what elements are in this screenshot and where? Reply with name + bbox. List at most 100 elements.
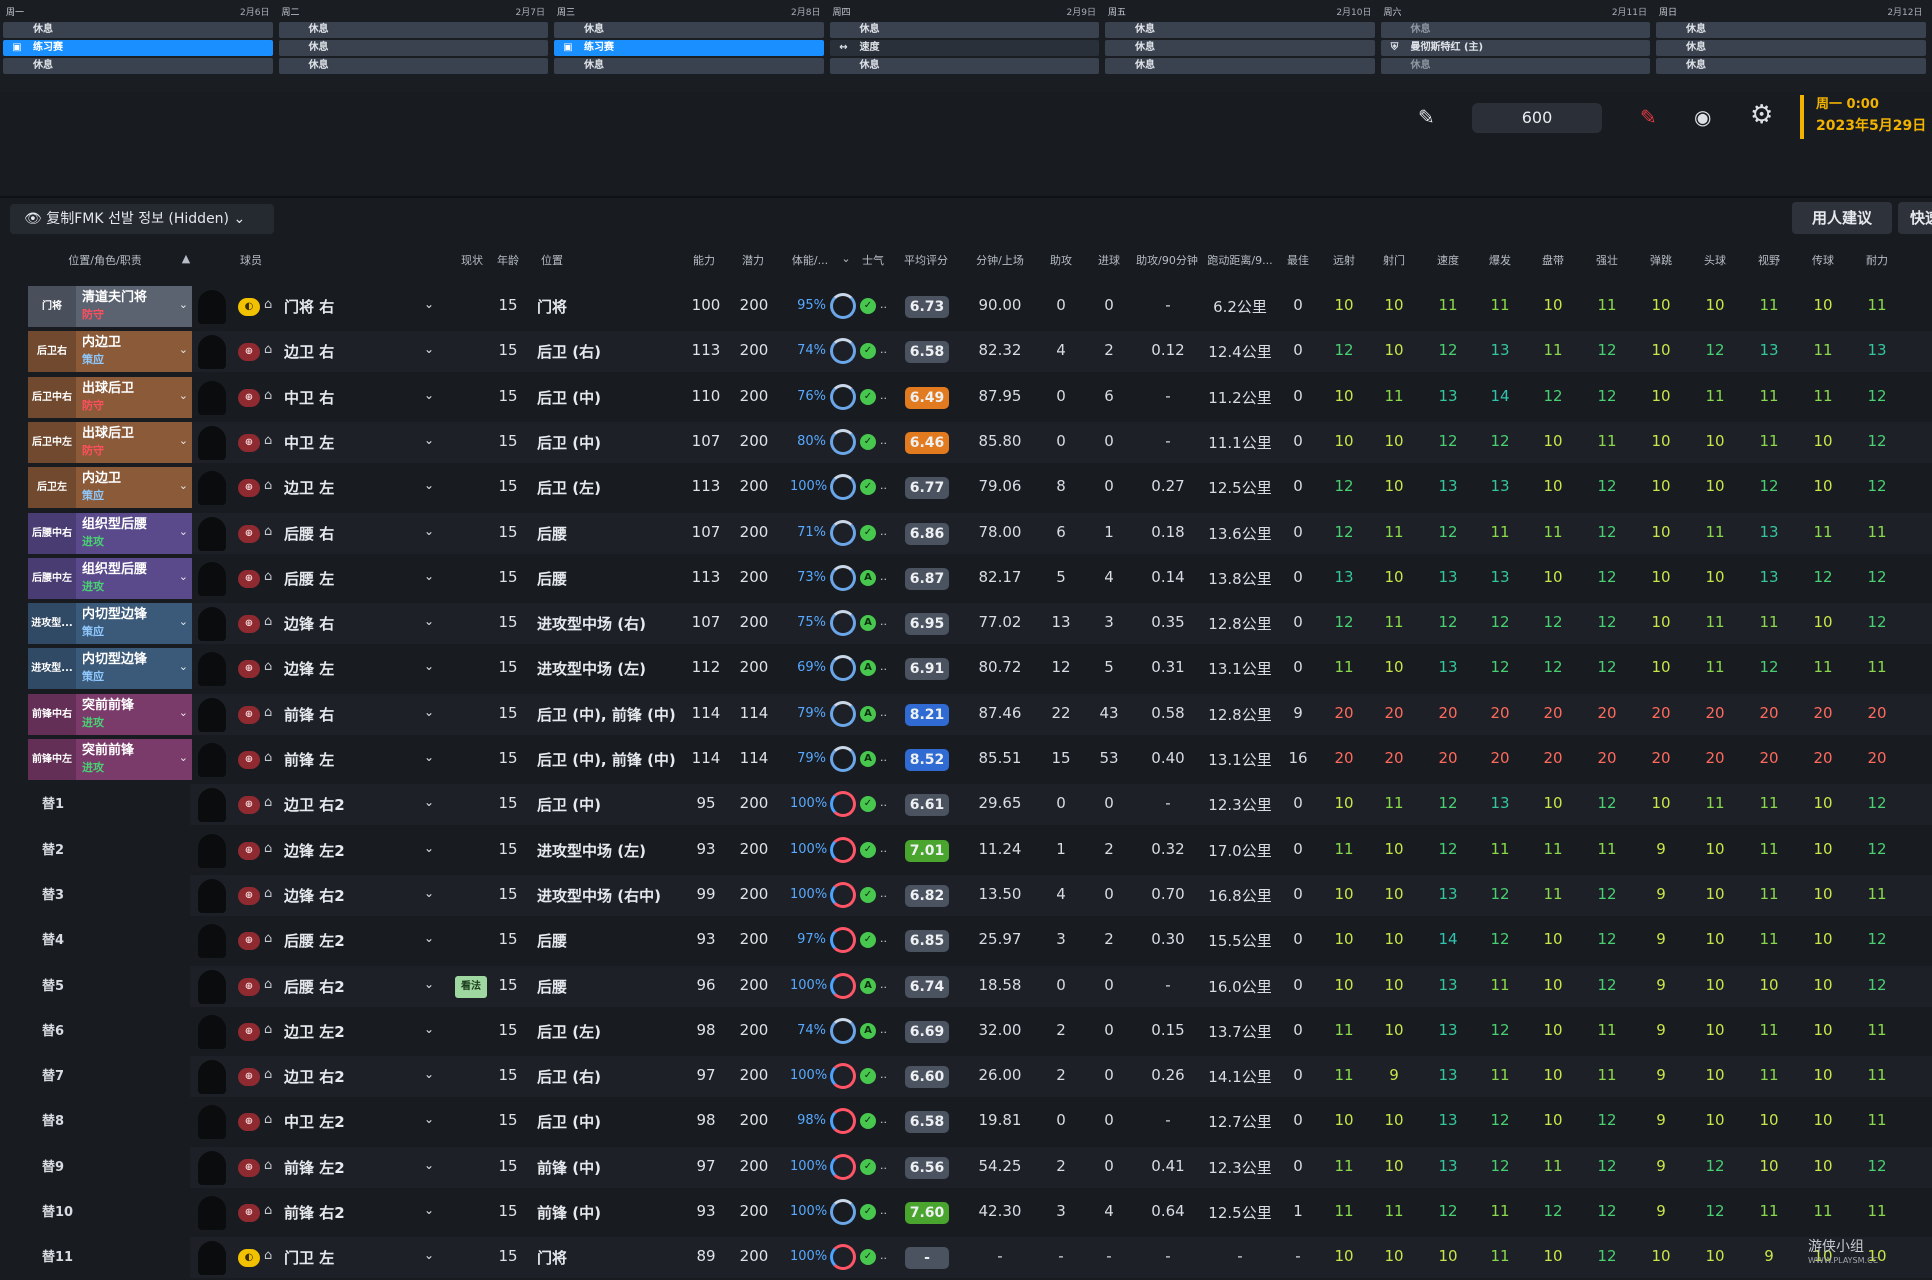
table-row[interactable]: 进攻型... 内切型边锋 策应 ⌄ ⊕ ⌂ 边锋 左 ⌄ 15 进攻型中场 (左) 112 200 69… — [0, 646, 1932, 691]
player-name[interactable]: 边锋 左 — [284, 658, 334, 679]
session-slot[interactable]: 休息 — [1105, 40, 1375, 56]
header-position[interactable]: 位置 — [537, 252, 567, 268]
chevron-down-icon[interactable]: ⌄ — [424, 388, 434, 402]
session-slot[interactable]: 休息 — [1380, 58, 1650, 74]
table-row[interactable]: 替1 ⊕ ⌂ 边卫 右2 ⌄ 15 后卫 (中) 95 200 100% ✓.. 6.61 29.65 0… — [0, 782, 1932, 827]
header-avg-rating[interactable]: 平均评分 — [900, 252, 952, 268]
table-row[interactable]: 替8 ⊕ ⌂ 中卫 左2 ⌄ 15 后卫 (中) 98 200 98% ✓.. 6.58 19.81 0 0… — [0, 1099, 1932, 1144]
player-name[interactable]: 中卫 左2 — [284, 1111, 345, 1132]
chevron-down-icon[interactable]: ⌄ — [424, 750, 434, 764]
position-role-cell[interactable]: 替8 — [28, 1101, 192, 1142]
position-role-cell[interactable]: 替3 — [28, 875, 192, 916]
header-best[interactable]: 最佳 — [1286, 252, 1310, 268]
chevron-down-icon[interactable]: ⌄ — [179, 343, 188, 356]
chevron-down-icon[interactable]: ⌄ — [179, 615, 188, 628]
chevron-down-icon[interactable]: ⌄ — [424, 1158, 434, 1172]
position-role-cell[interactable]: 后卫左 内边卫 策应 ⌄ — [28, 467, 192, 509]
player-name[interactable]: 边锋 左2 — [284, 840, 345, 861]
table-row[interactable]: 后卫中右 出球后卫 防守 ⌄ ⊕ ⌂ 中卫 右 ⌄ 15 后卫 (中) 110 200 76% ✓.. 6.… — [0, 375, 1932, 420]
header-condition[interactable]: 体能/... — [788, 252, 832, 268]
chevron-down-icon[interactable]: ⌄ — [424, 659, 434, 673]
chevron-down-icon[interactable]: ⌄ — [424, 841, 434, 855]
player-name[interactable]: 中卫 右 — [284, 387, 334, 408]
table-row[interactable]: 替5 ⊕ ⌂ 后腰 右2 ⌄ 看法 15 后腰 96 200 100% A.. 6.74 18.58 0 0 -… — [0, 964, 1932, 1009]
header-mins-per-app[interactable]: 分钟/上场 — [970, 252, 1030, 268]
chevron-down-icon[interactable]: ⌄ — [179, 570, 188, 583]
position-role-cell[interactable]: 后腰中左 组织型后腰 进攻 ⌄ — [28, 557, 192, 599]
player-name[interactable]: 边卫 右 — [284, 341, 334, 362]
session-slot[interactable]: 休息 — [554, 58, 824, 74]
header-position-role[interactable]: 位置/角色/职责 — [50, 252, 160, 268]
session-slot[interactable]: ▣ 练习赛 — [554, 40, 824, 56]
table-row[interactable]: 替10 ⊕ ⌂ 前锋 右2 ⌄ 15 前锋 (中) 93 200 100% ✓.. 7.60 42.30… — [0, 1190, 1932, 1235]
player-name[interactable]: 后腰 左 — [284, 568, 334, 589]
table-row[interactable]: 替3 ⊕ ⌂ 边锋 右2 ⌄ 15 进攻型中场 (右中) 99 200 100% ✓.. 6.82 13… — [0, 873, 1932, 918]
position-role-cell[interactable]: 后卫中右 出球后卫 防守 ⌄ — [28, 376, 192, 418]
header-attr[interactable]: 远射 — [1325, 252, 1363, 268]
session-slot[interactable]: 休息 — [278, 58, 548, 74]
table-row[interactable]: 替11 ◐ ⌂ 门卫 左 ⌄ 15 门将 89 200 100% ✓.. - - - - - - -10 10 10 1… — [0, 1235, 1932, 1280]
position-role-cell[interactable]: 替4 — [28, 920, 192, 961]
position-role-cell[interactable]: 替9 — [28, 1147, 192, 1188]
chevron-down-icon[interactable]: ⌄ — [179, 389, 188, 402]
position-role-cell[interactable]: 替7 — [28, 1056, 192, 1097]
session-slot[interactable]: ▣ 练习赛 — [3, 40, 273, 56]
header-attr[interactable]: 头球 — [1696, 252, 1734, 268]
position-role-cell[interactable]: 门将 清道夫门将 防守 ⌄ — [28, 286, 192, 327]
table-row[interactable]: 后卫左 内边卫 策应 ⌄ ⊕ ⌂ 边卫 左 ⌄ 15 后卫 (左) 113 200 100% ✓.. 6.7… — [0, 465, 1932, 510]
header-attr[interactable]: 传球 — [1804, 252, 1842, 268]
chevron-down-icon[interactable]: ⌄ — [424, 433, 434, 447]
chevron-down-icon[interactable]: ⌄ — [179, 660, 188, 673]
table-row[interactable]: 替2 ⊕ ⌂ 边锋 左2 ⌄ 15 进攻型中场 (左) 93 200 100% ✓.. 7.01 11.… — [0, 828, 1932, 873]
chevron-down-icon[interactable]: ⌄ — [424, 342, 434, 356]
chevron-down-icon[interactable]: ⌄ — [179, 298, 188, 311]
table-row[interactable]: 后卫中左 出球后卫 防守 ⌄ ⊕ ⌂ 中卫 左 ⌄ 15 后卫 (中) 107 200 80% ✓.. 6.… — [0, 420, 1932, 465]
table-row[interactable]: 替4 ⊕ ⌂ 后腰 左2 ⌄ 15 后腰 93 200 97% ✓.. 6.85 25.97 3 2 0.30… — [0, 918, 1932, 963]
player-name[interactable]: 边卫 左 — [284, 477, 334, 498]
table-row[interactable]: 进攻型... 内切型边锋 策应 ⌄ ⊕ ⌂ 边锋 右 ⌄ 15 进攻型中场 (右) 107 200 75… — [0, 601, 1932, 646]
player-name[interactable]: 边锋 右 — [284, 613, 334, 634]
red-pencil-icon[interactable]: ✎ — [1640, 102, 1657, 132]
player-name[interactable]: 门卫 左 — [284, 1247, 334, 1268]
table-row[interactable]: 后腰中右 组织型后腰 进攻 ⌄ ⊕ ⌂ 后腰 右 ⌄ 15 后腰 107 200 71% ✓.. 6.86 7… — [0, 511, 1932, 556]
position-role-cell[interactable]: 替6 — [28, 1011, 192, 1052]
header-attr[interactable]: 强壮 — [1588, 252, 1626, 268]
chevron-down-icon[interactable]: ⌄ — [424, 1203, 434, 1217]
player-name[interactable]: 边卫 右2 — [284, 1066, 345, 1087]
chevron-down-icon[interactable]: ⌄ — [424, 886, 434, 900]
header-age[interactable]: 年龄 — [495, 252, 521, 268]
header-pa[interactable]: 潜力 — [740, 252, 766, 268]
chevron-down-icon[interactable]: ⌄ — [424, 705, 434, 719]
player-name[interactable]: 前锋 左2 — [284, 1157, 345, 1178]
session-slot[interactable]: 休息 — [829, 58, 1099, 74]
advice-button[interactable]: 用人建议 — [1792, 202, 1892, 234]
chevron-down-icon[interactable]: ⌄ — [424, 977, 434, 991]
position-role-cell[interactable]: 前锋中左 突前前锋 进攻 ⌄ — [28, 739, 192, 780]
player-name[interactable]: 门将 右 — [284, 296, 334, 317]
current-date[interactable]: 周一 0:00 2023年5月29日 — [1800, 95, 1932, 139]
position-role-cell[interactable]: 后卫中左 出球后卫 防守 ⌄ — [28, 421, 192, 463]
position-role-cell[interactable]: 后腰中右 组织型后腰 进攻 ⌄ — [28, 512, 192, 554]
quick-button[interactable]: 快速 — [1898, 202, 1932, 234]
table-row[interactable]: 替7 ⊕ ⌂ 边卫 右2 ⌄ 15 后卫 (右) 97 200 100% ✓.. 6.60 26.00 2… — [0, 1054, 1932, 1099]
table-row[interactable]: 后腰中左 组织型后腰 进攻 ⌄ ⊕ ⌂ 后腰 左 ⌄ 15 后腰 113 200 73% A.. 6.87 8… — [0, 556, 1932, 601]
position-role-cell[interactable]: 替2 — [28, 830, 192, 871]
header-assists[interactable]: 助攻 — [1048, 252, 1074, 268]
table-row[interactable]: 门将 清道夫门将 防守 ⌄ ◐ ⌂ 门将 右 ⌄ 15 门将 100 200 95% ✓.. 6.73 90.… — [0, 284, 1932, 329]
header-attr[interactable]: 视野 — [1750, 252, 1788, 268]
position-role-cell[interactable]: 前锋中右 突前前锋 进攻 ⌄ — [28, 693, 192, 735]
player-name[interactable]: 前锋 右 — [284, 704, 334, 725]
player-name[interactable]: 边卫 左2 — [284, 1021, 345, 1042]
budget-field[interactable]: 600 — [1472, 103, 1602, 133]
header-attr[interactable]: 盘带 — [1534, 252, 1572, 268]
chevron-down-icon[interactable]: ⌄ — [424, 795, 434, 809]
session-slot[interactable]: 休息 — [3, 58, 273, 74]
session-slot[interactable]: 休息 — [1105, 22, 1375, 38]
ball-icon[interactable]: ◉ — [1694, 102, 1711, 132]
player-name[interactable]: 前锋 左 — [284, 749, 334, 770]
chevron-down-icon[interactable]: ⌄ — [424, 1248, 434, 1262]
position-role-cell[interactable]: 替1 — [28, 784, 192, 825]
position-role-cell[interactable]: 后卫右 内边卫 策应 ⌄ — [28, 331, 192, 373]
header-attr[interactable]: 爆发 — [1481, 252, 1519, 268]
position-role-cell[interactable]: 替11 — [28, 1237, 192, 1278]
